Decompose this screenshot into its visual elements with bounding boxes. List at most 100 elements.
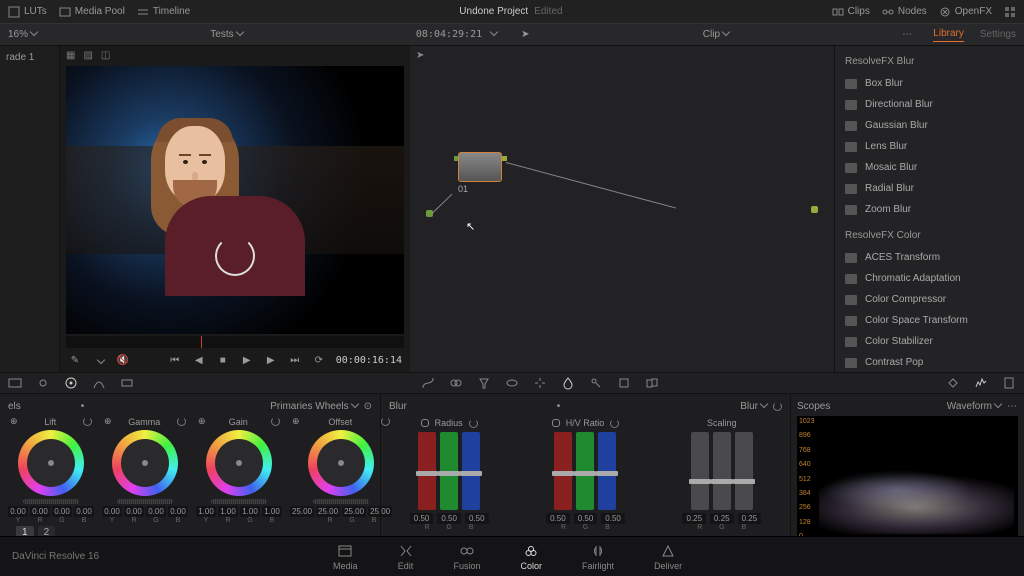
viewer-mode-dropdown[interactable]	[92, 353, 106, 367]
fx-item[interactable]: Color Compressor	[835, 289, 1024, 310]
lift-jog[interactable]	[23, 499, 79, 504]
last-frame-button[interactable]: ⏭	[288, 353, 302, 367]
play-button[interactable]: ▶	[240, 353, 254, 367]
fx-item[interactable]: Directional Blur	[835, 94, 1024, 115]
highlight-icon[interactable]: ▨	[83, 50, 92, 61]
waveform-scope[interactable]: 10238967686405123842561280	[797, 416, 1018, 542]
blur-reset-icon[interactable]	[773, 402, 782, 411]
keyframes-icon[interactable]	[946, 376, 960, 390]
wheel-value[interactable]: 0.00	[168, 506, 188, 517]
radius-reset-icon[interactable]	[469, 419, 478, 428]
node-options-icon[interactable]: ⋯	[902, 29, 913, 40]
fx-item[interactable]: Contrast Pop	[835, 352, 1024, 372]
layout-icon[interactable]	[1004, 6, 1016, 18]
page-media[interactable]: Media	[333, 543, 358, 571]
wheel-reset-icon[interactable]	[177, 417, 186, 426]
fx-item[interactable]: Color Space Transform	[835, 310, 1024, 331]
wheel-value[interactable]: 1.00	[240, 506, 260, 517]
wheel-picker-icon[interactable]: ⊕	[10, 416, 18, 427]
radius-g-slider[interactable]	[440, 432, 458, 510]
wipe-icon[interactable]: ◫	[101, 50, 110, 61]
clip-mode-dropdown[interactable]: Clip	[703, 29, 729, 40]
timeline-button[interactable]: Timeline	[137, 6, 190, 18]
arrow-tool-icon[interactable]: ➤	[521, 29, 529, 40]
hv-link-icon[interactable]	[552, 419, 560, 427]
info-icon[interactable]	[1002, 376, 1016, 390]
wheel-reset-icon[interactable]	[83, 417, 92, 426]
wheel-style-icon[interactable]: ⊙	[364, 401, 372, 412]
scrubber[interactable]	[66, 336, 404, 348]
scopes-icon[interactable]	[974, 376, 988, 390]
fx-item[interactable]: ACES Transform	[835, 247, 1024, 268]
gain-wheel[interactable]	[206, 430, 272, 496]
wheel-value[interactable]: 1.00	[218, 506, 238, 517]
next-frame-button[interactable]: ▶	[264, 353, 278, 367]
gamma-jog[interactable]	[117, 499, 173, 504]
offset-jog[interactable]	[313, 499, 369, 504]
wheel-value[interactable]: 25.00	[342, 506, 366, 517]
blur-mode-dropdown[interactable]: Blur	[740, 401, 767, 412]
hv-r-slider[interactable]	[554, 432, 572, 510]
graph-output[interactable]	[811, 206, 818, 213]
scaling-g-slider[interactable]	[713, 432, 731, 510]
motion-icon[interactable]	[120, 376, 134, 390]
warper-icon[interactable]	[449, 376, 463, 390]
gamma-wheel[interactable]	[112, 430, 178, 496]
wheel-value[interactable]: 0.00	[124, 506, 144, 517]
wheel-value[interactable]: 0.00	[102, 506, 122, 517]
blur-palette-icon[interactable]	[561, 376, 575, 390]
camera-raw-icon[interactable]	[8, 376, 22, 390]
fx-item[interactable]: Radial Blur	[835, 178, 1024, 199]
radius-b-slider[interactable]	[462, 432, 480, 510]
wheels-mode-dropdown[interactable]: Primaries Wheels	[270, 401, 357, 412]
wheel-value[interactable]: 0.00	[30, 506, 50, 517]
node-arrow-tool[interactable]: ➤	[416, 50, 424, 61]
page-color[interactable]: Color	[521, 543, 543, 571]
page-fairlight[interactable]: Fairlight	[582, 543, 614, 571]
corrector-node-01[interactable]	[458, 152, 502, 182]
offset-wheel[interactable]	[308, 430, 374, 496]
grade-still[interactable]: rade 1	[6, 52, 53, 63]
zoom-dropdown[interactable]: 16%	[8, 29, 37, 40]
page-deliver[interactable]: Deliver	[654, 543, 682, 571]
mediapool-button[interactable]: Media Pool	[59, 6, 125, 18]
wheel-value[interactable]: 0.00	[8, 506, 28, 517]
node-graph[interactable]: ➤ 01 ↖	[410, 46, 834, 372]
wheel-value[interactable]: 25.00	[290, 506, 314, 517]
mute-icon[interactable]: 🔇	[116, 353, 130, 367]
scaling-r-slider[interactable]	[691, 432, 709, 510]
radius-link-icon[interactable]	[421, 419, 429, 427]
clip-name-dropdown[interactable]: Tests	[210, 29, 242, 40]
hv-reset-icon[interactable]	[610, 419, 619, 428]
wheel-value[interactable]: 0.00	[52, 506, 72, 517]
scope-mode-dropdown[interactable]: Waveform	[947, 401, 1001, 412]
3d-icon[interactable]	[645, 376, 659, 390]
clips-button[interactable]: Clips	[832, 6, 870, 18]
fx-item[interactable]: Lens Blur	[835, 136, 1024, 157]
openfx-button[interactable]: OpenFX	[939, 6, 992, 18]
sizing-icon[interactable]	[617, 376, 631, 390]
key-icon[interactable]	[589, 376, 603, 390]
fx-item[interactable]: Zoom Blur	[835, 199, 1024, 220]
fx-item[interactable]: Mosaic Blur	[835, 157, 1024, 178]
wheel-picker-icon[interactable]: ⊕	[292, 416, 300, 427]
fx-item[interactable]: Gaussian Blur	[835, 115, 1024, 136]
luts-button[interactable]: LUTs	[8, 6, 47, 18]
wheel-picker-icon[interactable]: ⊕	[198, 416, 206, 427]
window-icon[interactable]	[505, 376, 519, 390]
wheel-value[interactable]: 0.00	[74, 506, 94, 517]
nodes-button[interactable]: Nodes	[882, 6, 927, 18]
color-match-icon[interactable]	[36, 376, 50, 390]
qualifier-palette-icon[interactable]	[477, 376, 491, 390]
radius-r-slider[interactable]	[418, 432, 436, 510]
hv-g-slider[interactable]	[576, 432, 594, 510]
tc-options[interactable]	[488, 29, 497, 40]
page-edit[interactable]: Edit	[398, 543, 414, 571]
lift-wheel[interactable]	[18, 430, 84, 496]
wheels-icon[interactable]	[64, 376, 78, 390]
wheel-value[interactable]: 1.00	[196, 506, 216, 517]
loop-button[interactable]: ⟳	[312, 353, 326, 367]
prev-frame-button[interactable]: ◀	[192, 353, 206, 367]
tracking-icon[interactable]	[533, 376, 547, 390]
curves-icon[interactable]	[421, 376, 435, 390]
